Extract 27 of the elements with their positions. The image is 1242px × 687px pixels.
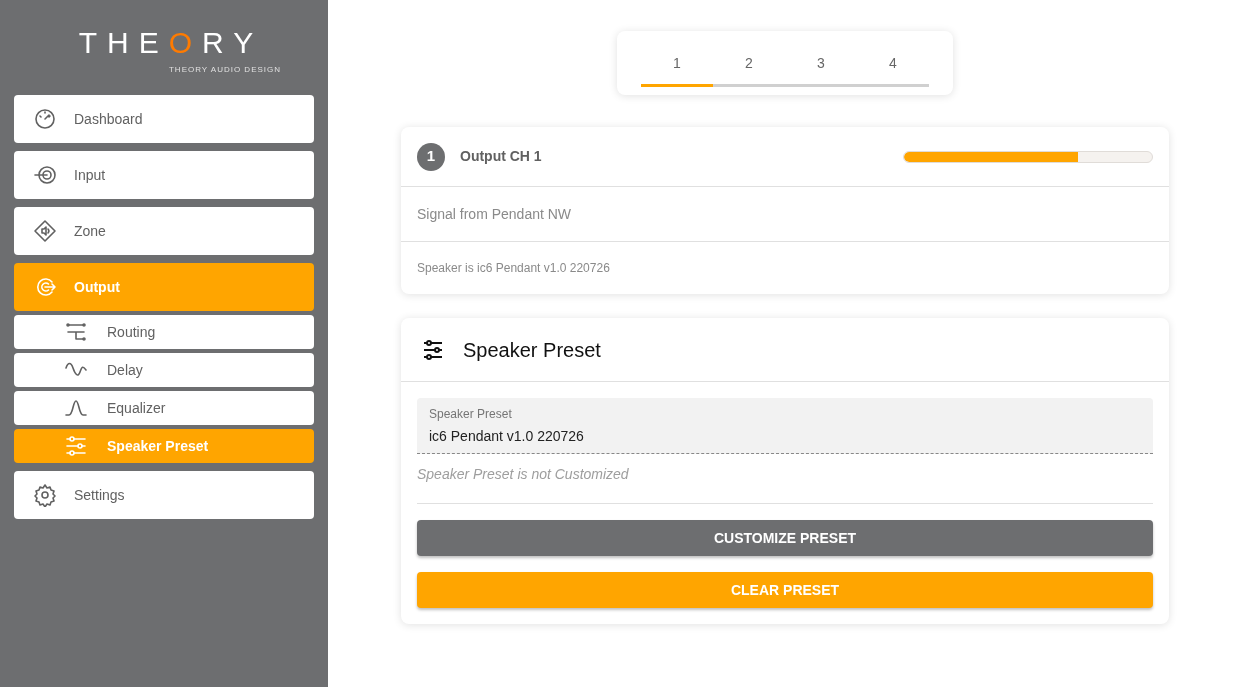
routing-lines-icon	[64, 320, 88, 344]
channel-tab[interactable]: 2	[713, 49, 785, 87]
channel-tab[interactable]: 3	[785, 49, 857, 87]
logo-subtitle: THEORY AUDIO DESIGN	[168, 64, 282, 76]
speaker-model-text: Speaker is ic6 Pendant v1.0 220726	[417, 260, 610, 277]
preset-select-field[interactable]: Speaker Preset ic6 Pendant v1.0 220726	[417, 398, 1153, 454]
sidebar-item[interactable]: Zone	[14, 207, 314, 255]
sliders-icon	[64, 434, 88, 458]
channel-number-badge: 1	[417, 142, 445, 171]
hint-text: Speaker Preset is not Customized	[417, 464, 1153, 504]
card-title: Speaker Preset	[463, 337, 601, 363]
channel-tab[interactable]: 4	[857, 49, 929, 87]
sidebar-item[interactable]: Dashboard	[14, 95, 314, 143]
channel-title: Output CH 1	[460, 147, 542, 166]
channel-tab[interactable]: 1	[641, 49, 713, 87]
sidebar-item[interactable]: Delay	[14, 353, 314, 387]
sliders-icon	[421, 337, 445, 362]
customize-preset-button[interactable]: CUSTOMIZE PRESET	[417, 520, 1153, 556]
target-arrow-icon	[33, 163, 57, 187]
signal-source-text: Signal from Pendant NW	[417, 204, 572, 224]
speaker-diamond-icon	[33, 219, 57, 243]
gauge-icon	[33, 107, 57, 131]
sidebar-item[interactable]: Routing	[14, 315, 314, 349]
settings-icon	[33, 483, 57, 507]
sidebar-item[interactable]: Equalizer	[14, 391, 314, 425]
sidebar-item[interactable]: Input	[14, 151, 314, 199]
sidebar-item[interactable]: Settings	[14, 471, 314, 519]
